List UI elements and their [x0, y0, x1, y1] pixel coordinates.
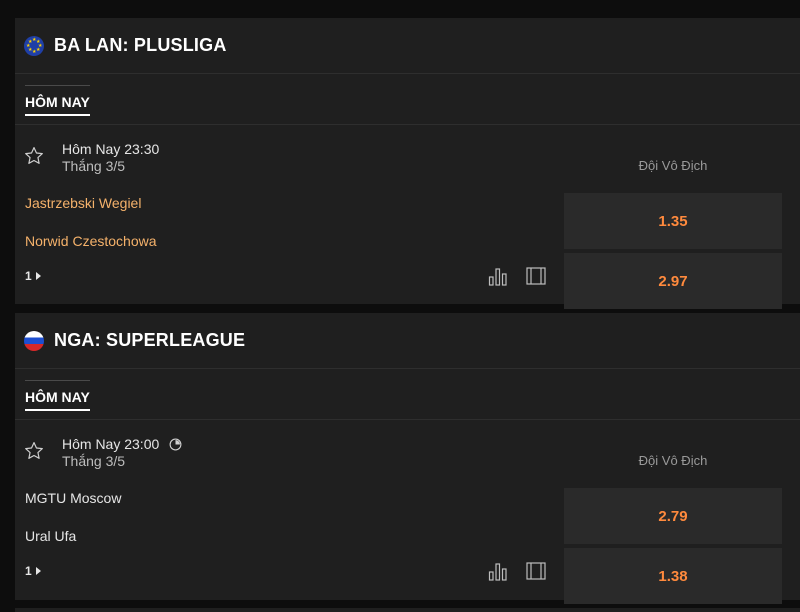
russia-flag-icon — [24, 330, 44, 351]
odd-value: 1.35 — [658, 212, 688, 230]
league-card-plusliga: ★ ★ ★ ★ ★ ★ ★ ★ BA LAN: PLUSLIGA HÔM NAY… — [15, 18, 800, 309]
match-date: Thắng 3/5 — [62, 453, 126, 469]
league-card-superleague: NGA: SUPERLEAGUE HÔM NAY Hôm Nay 23:00 T… — [15, 313, 800, 604]
scoreboard-icon[interactable] — [526, 267, 546, 285]
favorite-star-icon[interactable] — [23, 145, 45, 167]
more-markets-count: 1 — [25, 564, 32, 578]
odd-button-away[interactable]: 1.38 — [564, 548, 782, 604]
team-home[interactable]: MGTU Moscow — [25, 490, 121, 506]
match-date: Thắng 3/5 — [62, 158, 126, 174]
tab-today-label: HÔM NAY — [25, 94, 90, 116]
tab-today[interactable]: HÔM NAY — [25, 380, 90, 411]
chevron-right-icon — [35, 567, 41, 575]
market-label: Đội Vô Địch — [638, 453, 708, 468]
live-clock-icon — [169, 438, 182, 450]
stats-bar-chart-icon[interactable] — [488, 561, 510, 581]
match-row: Hôm Nay 23:30 Thắng 3/5 Jastrzebski Wegi… — [15, 125, 800, 315]
league-title: NGA: SUPERLEAGUE — [54, 330, 246, 350]
more-markets-button[interactable]: 1 — [25, 564, 41, 578]
league-title: BA LAN: PLUSLIGA — [54, 35, 227, 55]
match-time-text: Hôm Nay 23:30 — [62, 141, 160, 157]
scoreboard-icon[interactable] — [526, 562, 546, 580]
match-time: Hôm Nay 23:30 — [62, 141, 159, 157]
chevron-right-icon — [35, 272, 41, 280]
odd-value: 1.38 — [658, 567, 688, 585]
more-markets-button[interactable]: 1 — [25, 269, 41, 283]
match-time: Hôm Nay 23:00 — [62, 436, 182, 452]
odd-value: 2.79 — [658, 507, 688, 525]
odd-button-away[interactable]: 2.97 — [564, 253, 782, 309]
eu-flag-icon: ★ ★ ★ ★ ★ ★ ★ ★ — [24, 35, 44, 56]
match-time-text: Hôm Nay 23:00 — [62, 436, 160, 452]
odd-button-home[interactable]: 1.35 — [564, 193, 782, 249]
league-header[interactable]: NGA: SUPERLEAGUE — [15, 313, 800, 369]
market-label: Đội Vô Địch — [638, 158, 708, 173]
favorite-star-icon[interactable] — [23, 440, 45, 462]
league-card-partial — [15, 608, 800, 612]
team-away[interactable]: Norwid Czestochowa — [25, 233, 157, 249]
team-home[interactable]: Jastrzebski Wegiel — [25, 195, 141, 211]
stats-bar-chart-icon[interactable] — [488, 266, 510, 286]
odd-value: 2.97 — [658, 272, 688, 290]
tab-today[interactable]: HÔM NAY — [25, 85, 90, 116]
odd-button-home[interactable]: 2.79 — [564, 488, 782, 544]
team-away[interactable]: Ural Ufa — [25, 528, 76, 544]
match-row: Hôm Nay 23:00 Thắng 3/5 MGTU Moscow Ural… — [15, 420, 800, 610]
league-header[interactable]: ★ ★ ★ ★ ★ ★ ★ ★ BA LAN: PLUSLIGA — [15, 18, 800, 74]
tab-today-label: HÔM NAY — [25, 389, 90, 411]
more-markets-count: 1 — [25, 269, 32, 283]
